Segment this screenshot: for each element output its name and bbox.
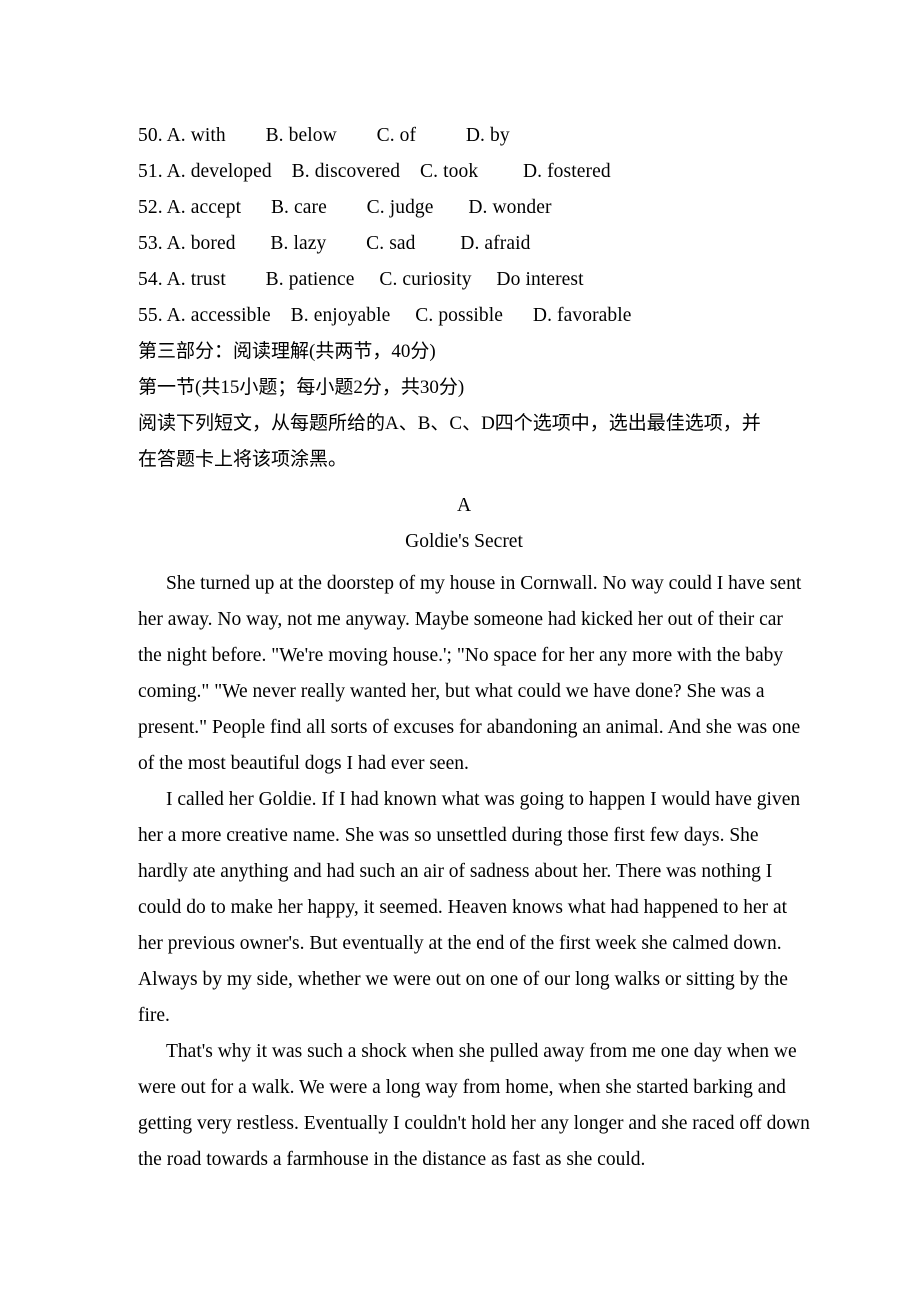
cloze-option-row-51: 51. A. developed B. discovered C. took D… bbox=[138, 161, 611, 182]
cloze-option-row-55: 55. A. accessible B. enjoyable C. possib… bbox=[138, 305, 632, 326]
paragraph-line: the road towards a farmhouse in the dist… bbox=[138, 1149, 646, 1170]
paragraph-line: Always by my side, whether we were out o… bbox=[138, 969, 788, 990]
paragraph-line: That's why it was such a shock when she … bbox=[166, 1041, 797, 1062]
passage-paragraph-1: She turned up at the doorstep of my hous… bbox=[138, 566, 802, 782]
paragraph-line: were out for a walk. We were a long way … bbox=[138, 1077, 786, 1098]
paragraph-line: her previous owner's. But eventually at … bbox=[138, 933, 782, 954]
paragraph-line: her a more creative name. She was so uns… bbox=[138, 825, 759, 846]
passage-paragraph-3: That's why it was such a shock when she … bbox=[138, 1034, 810, 1178]
cloze-option-row-54: 54. A. trust B. patience C. curiosity Do… bbox=[138, 269, 584, 290]
paragraph-line: She turned up at the doorstep of my hous… bbox=[166, 573, 802, 594]
cloze-option-row-53: 53. A. bored B. lazy C. sad D. afraid bbox=[138, 233, 531, 254]
paragraph-line: I called her Goldie. If I had known what… bbox=[166, 789, 801, 810]
paragraph-line: of the most beautiful dogs I had ever se… bbox=[138, 753, 469, 774]
paragraph-line: present." People find all sorts of excus… bbox=[138, 717, 801, 738]
paragraph-line: hardly ate anything and had such an air … bbox=[138, 861, 773, 882]
passage-paragraph-2: I called her Goldie. If I had known what… bbox=[138, 782, 801, 1034]
cloze-option-row-52: 52. A. accept B. care C. judge D. wonder bbox=[138, 197, 552, 218]
paragraph-line: could do to make her happy, it seemed. H… bbox=[138, 897, 788, 918]
paragraph-line: the night before. "We're moving house.';… bbox=[138, 645, 784, 666]
instruction-line-2: 在答题卡上将该项涂黑。 bbox=[138, 449, 348, 470]
paragraph-line: her away. No way, not me anyway. Maybe s… bbox=[138, 609, 783, 630]
paragraph-line: fire. bbox=[138, 1005, 170, 1026]
paragraph-line: getting very restless. Eventually I coul… bbox=[138, 1113, 810, 1134]
instruction-line-1: 阅读下列短文，从每题所给的A、B、C、D四个选项中，选出最佳选项，并 bbox=[138, 413, 761, 434]
subsection-heading-part-one: 第一节(共15小题；每小题2分，共30分) bbox=[138, 377, 465, 398]
passage-label: A bbox=[456, 495, 472, 516]
document-page: 50. A. with B. below C. of D. by 51. A. … bbox=[0, 0, 920, 1302]
document-content: 50. A. with B. below C. of D. by 51. A. … bbox=[138, 118, 810, 1178]
cloze-option-row-50: 50. A. with B. below C. of D. by bbox=[138, 125, 510, 146]
passage-title: Goldie's Secret bbox=[405, 531, 523, 552]
paragraph-line: coming." "We never really wanted her, bu… bbox=[138, 681, 765, 702]
section-heading-part-three: 第三部分：阅读理解(共两节，40分) bbox=[138, 341, 436, 362]
